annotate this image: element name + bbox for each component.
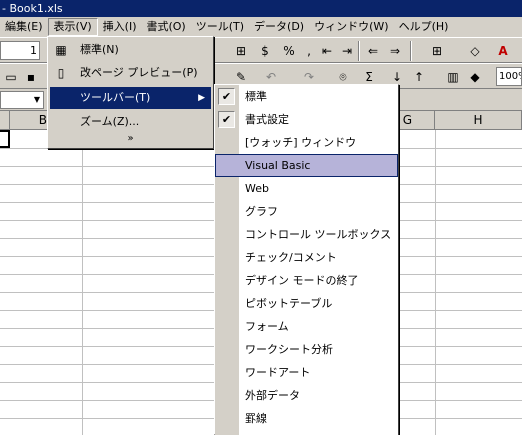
font-size-box[interactable]: 1 [0,41,40,60]
toolbar-item-label: ワークシート分析 [245,343,333,356]
menu-data[interactable]: データ(D) [249,18,309,36]
open-icon[interactable]: ▭ [2,68,20,86]
zoom-box[interactable]: 100% [496,67,522,86]
toolbar-item-reviewing[interactable]: チェック/コメント [215,246,398,269]
decrease-indent-icon[interactable]: ⇐ [364,42,382,60]
menu-help[interactable]: ヘルプ(H) [394,18,454,36]
toolbar-item-pivot-table[interactable]: ピボットテーブル [215,292,398,315]
toolbar-item-label: グラフ [245,205,278,218]
toolbar-item-wordart[interactable]: ワードアート [215,361,398,384]
toolbar-separator [410,41,412,61]
font-color-icon[interactable]: A [494,42,512,60]
toolbar-item-label: デザイン モードの終了 [245,274,359,287]
toolbar-separator [358,41,360,61]
toolbar-item-formatting[interactable]: ✔ 書式設定 [215,108,398,131]
toolbar-item-label: 標準 [245,90,267,103]
view-menu-item-label: ズーム(Z)... [80,115,140,128]
page-break-preview-icon: ▯ [57,66,65,80]
toolbar-item-standard[interactable]: ✔ 標準 [215,85,398,108]
menu-view[interactable]: 表示(V) [47,18,98,36]
toolbar-item-label: ピボットテーブル [245,297,333,310]
toolbar-item-label: Visual Basic [245,159,311,172]
active-cell[interactable] [0,130,10,148]
toolbars-submenu: ✔ 標準 ✔ 書式設定 [ウォッチ] ウィンドウ Visual Basic We… [214,84,399,435]
fill-color-icon[interactable]: ◇ [466,42,484,60]
increase-decimal-icon[interactable]: ⇤ [318,42,336,60]
view-menu-item-label: 改ページ プレビュー(P) [80,66,198,79]
submenu-arrow-icon: ▶ [198,93,205,103]
menu-tools[interactable]: ツール(T) [191,18,249,36]
toolbar-item-visual-basic[interactable]: Visual Basic [215,154,398,177]
toolbar-item-label: チェック/コメント [245,251,337,264]
toolbar-item-exit-design-mode[interactable]: デザイン モードの終了 [215,269,398,292]
toolbar-item-watch-window[interactable]: [ウォッチ] ウィンドウ [215,131,398,154]
toolbar-item-formula-auditing[interactable]: ワークシート分析 [215,338,398,361]
view-menu-item-normal[interactable]: ▦ 標準(N) [50,39,211,61]
toolbar-item-label: コントロール ツールボックス [245,228,392,241]
normal-view-icon: ▦ [55,43,67,57]
view-menu-item-page-break-preview[interactable]: ▯ 改ページ プレビュー(P) [50,62,211,84]
menu-format[interactable]: 書式(O) [141,18,190,36]
chevron-down-icon[interactable]: ▼ [31,92,43,108]
menu-edit[interactable]: 編集(E) [0,18,48,36]
view-menu: ▦ 標準(N) ▯ 改ページ プレビュー(P) ツールバー(T) ▶ ズーム(Z… [47,36,214,149]
view-menu-item-toolbars[interactable]: ツールバー(T) ▶ [50,87,211,109]
menu-insert[interactable]: 挿入(I) [98,18,142,36]
toolbar-item-label: ワードアート [245,366,311,379]
column-header-g[interactable]: G [399,111,435,130]
toolbar-item-web[interactable]: Web [215,177,398,200]
grid-line [435,130,436,435]
sort-descending-icon[interactable]: ↑ [410,68,428,86]
toolbar-item-label: 書式設定 [245,113,289,126]
check-icon: ✔ [218,111,235,128]
toolbar-item-label: Web [245,182,269,195]
toolbar-item-label: [ウォッチ] ウィンドウ [245,136,357,149]
menu-bar: 編集(E) 表示(V) 挿入(I) 書式(O) ツール(T) データ(D) ウィ… [0,17,522,37]
check-icon: ✔ [218,88,235,105]
grid-line [82,130,83,435]
chart-wizard-icon[interactable]: ▥ [444,68,462,86]
toolbar-item-label: 罫線 [245,412,267,425]
view-menu-item-label: 標準(N) [80,43,119,56]
currency-icon[interactable]: $ [256,42,274,60]
view-menu-item-zoom[interactable]: ズーム(Z)... [50,111,211,133]
toolbar-item-control-toolbox[interactable]: コントロール ツールボックス [215,223,398,246]
window-title: - Book1.xls [2,2,63,15]
drawing-icon[interactable]: ◆ [466,68,484,86]
increase-indent-icon[interactable]: ⇒ [386,42,404,60]
merge-center-icon[interactable]: ⊞ [232,42,250,60]
expand-menu-chevron-icon[interactable]: » [50,132,211,146]
title-bar: - Book1.xls [0,0,522,17]
save-icon[interactable]: ▪ [22,68,40,86]
view-menu-item-label: ツールバー(T) [80,91,151,104]
borders-icon[interactable]: ⊞ [428,42,446,60]
menu-window[interactable]: ウィンドウ(W) [309,18,393,36]
toolbar-item-external-data[interactable]: 外部データ [215,384,398,407]
toolbar-item-chart[interactable]: グラフ [215,200,398,223]
column-header-h[interactable]: H [435,111,522,130]
decrease-decimal-icon[interactable]: ⇥ [338,42,356,60]
toolbar-item-label: フォーム [245,320,289,333]
comma-style-icon[interactable]: , [300,42,318,60]
percent-icon[interactable]: % [280,42,298,60]
select-all-corner[interactable] [0,111,10,130]
toolbar-item-borders[interactable]: 罫線 [215,407,398,430]
toolbar-item-forms[interactable]: フォーム [215,315,398,338]
toolbar-item-label: 外部データ [245,389,300,402]
name-box[interactable]: ▼ [0,91,44,109]
